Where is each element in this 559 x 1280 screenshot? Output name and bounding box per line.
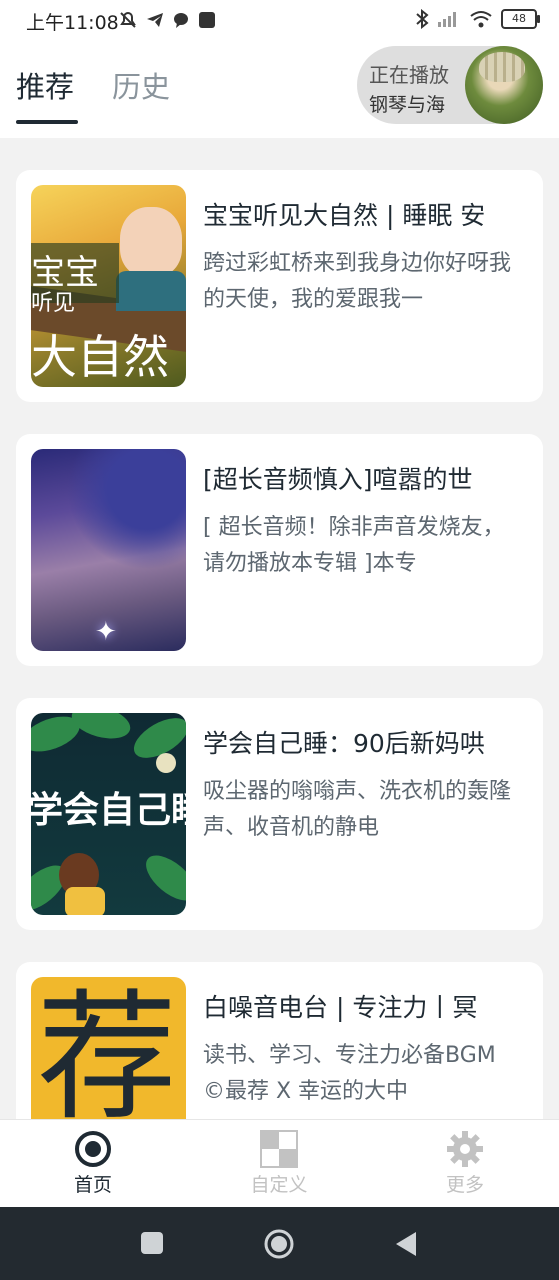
album-cover: 学会自己睡 — [31, 713, 186, 915]
album-description: [ 超长音频！除非声音发烧友，请勿播放本专辑 ]本专 — [203, 515, 505, 576]
active-tab-indicator — [16, 120, 78, 124]
nav-label: 首页 — [73, 1174, 112, 1196]
album-cover: ✦ — [31, 449, 186, 651]
album-title: 宝宝听见大自然 | 睡眠 安 — [203, 201, 486, 230]
wifi-icon — [470, 11, 492, 28]
album-card[interactable]: 宝宝 听见 大自然 宝宝听见大自然 | 睡眠 安 跨过彩虹桥来到我身边你好呀我的… — [16, 170, 543, 402]
battery-icon: 48 — [501, 9, 540, 29]
nav-item-custom[interactable]: 自定义 — [219, 1130, 339, 1197]
gear-icon — [446, 1130, 484, 1168]
telegram-icon — [147, 13, 163, 27]
bottom-nav: 首页 自定义 更多 — [0, 1119, 559, 1208]
nav-label: 更多 — [445, 1174, 484, 1196]
cover-text: 学会自己睡 — [31, 790, 186, 831]
mute-icon — [120, 11, 136, 28]
now-playing-label: 正在播放 — [369, 63, 449, 87]
cover-text: 荐 — [37, 977, 178, 1140]
now-playing-button[interactable]: 正在播放 钢琴与海 — [357, 46, 543, 124]
album-card[interactable]: ✦ [超长音频慎入]喧嚣的世 [ 超长音频！除非声音发烧友，请勿播放本专辑 ]本… — [16, 434, 543, 666]
nav-label: 自定义 — [250, 1174, 308, 1196]
nav-item-more[interactable]: 更多 — [405, 1130, 525, 1197]
back-triangle-icon[interactable] — [394, 1231, 418, 1257]
album-title: [超长音频慎入]喧嚣的世 — [203, 465, 473, 494]
checker-icon — [260, 1130, 298, 1168]
system-nav-bar — [0, 1207, 559, 1280]
album-description: 跨过彩虹桥来到我身边你好呀我的天使，我的爱跟我一 — [203, 251, 512, 312]
header: 推荐 历史 正在播放 钢琴与海 — [0, 42, 559, 138]
album-title: 学会自己睡：90后新妈哄 — [203, 729, 485, 758]
album-description: 吸尘器的嗡嗡声、洗衣机的轰隆声、收音机的静电 — [203, 779, 512, 840]
album-card[interactable]: 学会自己睡 学会自己睡：90后新妈哄 吸尘器的嗡嗡声、洗衣机的轰隆声、收音机的静… — [16, 698, 543, 930]
cover-text: 听见 — [31, 291, 76, 316]
recents-square-icon[interactable] — [140, 1231, 164, 1255]
now-playing-cover — [465, 46, 543, 124]
signal-icon — [438, 12, 456, 27]
nav-item-home[interactable]: 首页 — [33, 1130, 153, 1197]
tab-history[interactable]: 历史 — [112, 64, 170, 106]
now-playing-title: 钢琴与海 — [369, 94, 446, 116]
status-time: 上午11:08 — [26, 12, 119, 34]
cover-text: 大自然 — [31, 330, 169, 384]
chat-bubble-icon — [174, 13, 188, 28]
status-bar: 上午11:08 48 — [0, 0, 559, 42]
bluetooth-icon — [416, 9, 429, 29]
album-title: 白噪音电台 | 专注力丨冥 — [203, 993, 478, 1022]
square-app-icon — [199, 12, 215, 28]
tab-recommend[interactable]: 推荐 — [16, 64, 74, 106]
home-circle-icon[interactable] — [263, 1228, 295, 1260]
target-icon — [74, 1130, 112, 1168]
album-cover: 宝宝 听见 大自然 — [31, 185, 186, 387]
album-description: 读书、学习、专注力必备BGM ©最荐 X 幸运的大中 — [203, 1043, 496, 1104]
